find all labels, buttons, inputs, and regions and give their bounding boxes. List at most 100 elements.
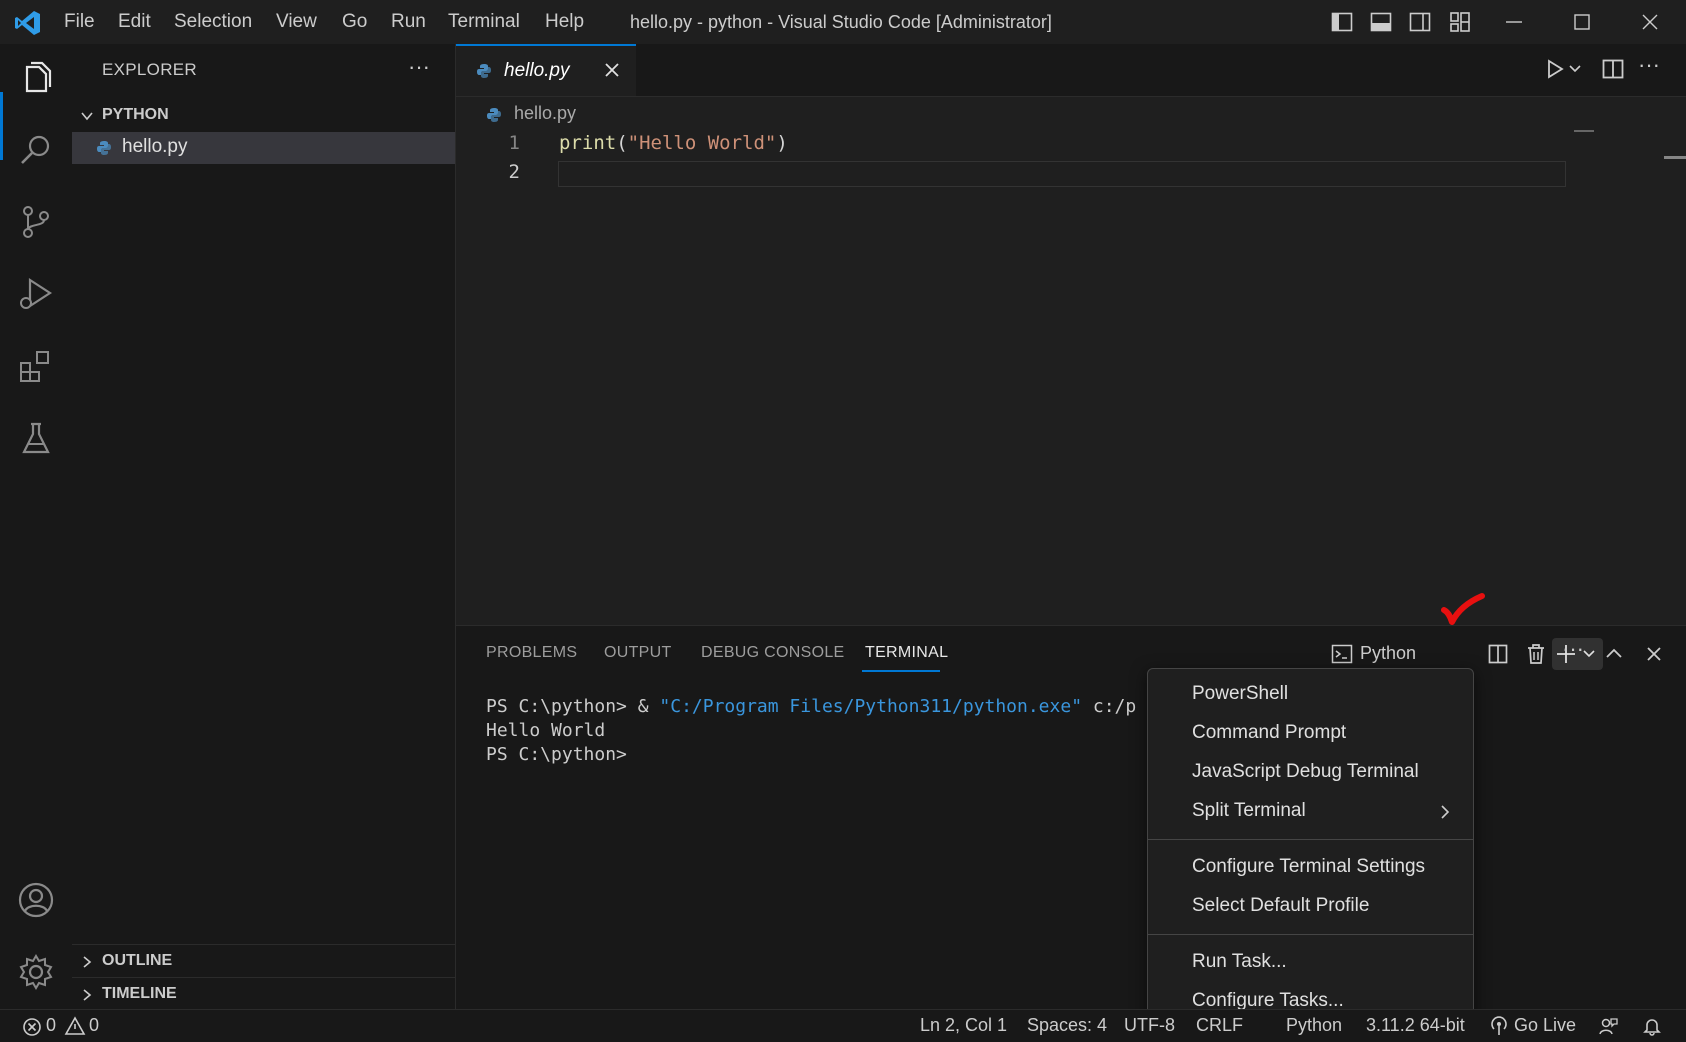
menu-item-command-prompt[interactable]: Command Prompt (1192, 722, 1346, 744)
terminal-output-line[interactable]: Hello World (486, 720, 605, 741)
error-count[interactable]: 0 (46, 1015, 56, 1036)
menu-item-select-default-profile[interactable]: Select Default Profile (1192, 895, 1369, 917)
explorer-icon[interactable] (16, 58, 56, 98)
tab-hello-py[interactable]: hello.py (456, 44, 636, 96)
warning-count[interactable]: 0 (89, 1015, 99, 1036)
folder-name: PYTHON (102, 106, 169, 123)
section-divider (72, 977, 455, 978)
indentation[interactable]: Spaces: 4 (1027, 1015, 1107, 1036)
menu-item-run-task[interactable]: Run Task... (1192, 951, 1287, 973)
customize-layout-icon[interactable] (1448, 10, 1472, 34)
go-live-button[interactable]: Go Live (1514, 1015, 1576, 1036)
code-text: print("Hello World") (559, 132, 788, 154)
manage-gear-icon[interactable] (16, 952, 56, 992)
menu-selection[interactable]: Selection (174, 0, 252, 44)
python-file-icon (476, 63, 492, 79)
maximize-panel-chevron-up-icon[interactable] (1602, 642, 1626, 666)
outline-section-header[interactable]: OUTLINE (72, 946, 455, 976)
menu-item-configure-terminal-settings[interactable]: Configure Terminal Settings (1192, 856, 1425, 878)
notifications-bell-icon[interactable] (1642, 1016, 1662, 1036)
close-panel-icon[interactable] (1642, 642, 1666, 666)
terminal-launch-menu: PowerShell Command Prompt JavaScript Deb… (1147, 668, 1474, 1025)
terminal-panel: PROBLEMS OUTPUT DEBUG CONSOLE TERMINAL P… (456, 625, 1686, 1010)
toggle-primary-sidebar-icon[interactable] (1330, 10, 1354, 34)
close-tab-icon[interactable] (602, 60, 622, 80)
menu-file[interactable]: File (64, 0, 95, 44)
split-editor-icon[interactable] (1600, 56, 1626, 82)
red-checkmark-annotation (1440, 592, 1486, 628)
source-control-icon[interactable] (16, 202, 56, 242)
split-terminal-icon[interactable] (1486, 642, 1510, 666)
file-name: hello.py (122, 136, 188, 157)
breadcrumb-file[interactable]: hello.py (514, 103, 576, 124)
line-number: 2 (508, 161, 520, 183)
menu-edit[interactable]: Edit (118, 0, 151, 44)
outline-label: OUTLINE (102, 952, 173, 969)
menu-help[interactable]: Help (545, 0, 584, 44)
code-line[interactable]: 2 (456, 161, 1566, 190)
cursor-position[interactable]: Ln 2, Col 1 (920, 1015, 1007, 1036)
menu-separator (1148, 934, 1473, 935)
breadcrumb: hello.py (456, 97, 1686, 131)
end-of-line[interactable]: CRLF (1196, 1015, 1243, 1036)
menu-item-javascript-debug-terminal[interactable]: JavaScript Debug Terminal (1192, 761, 1419, 783)
encoding[interactable]: UTF-8 (1124, 1015, 1175, 1036)
code-line[interactable]: 1 print("Hello World") (456, 132, 1566, 161)
python-file-icon (96, 140, 112, 156)
menu-run[interactable]: Run (391, 0, 426, 44)
folder-header-python[interactable]: PYTHON (72, 100, 455, 130)
more-actions-icon[interactable]: ··· (1562, 636, 1584, 662)
search-icon[interactable] (16, 130, 56, 170)
chevron-down-icon (80, 109, 94, 123)
close-window-icon[interactable] (1638, 10, 1662, 34)
tab-label: hello.py (504, 60, 570, 81)
terminal-output-line[interactable]: PS C:\python> & "C:/Program Files/Python… (486, 696, 1136, 717)
launch-profile-chevron-down-icon[interactable] (1582, 647, 1596, 661)
kill-terminal-trash-icon[interactable] (1524, 642, 1548, 666)
feedback-icon[interactable] (1598, 1016, 1618, 1036)
more-actions-icon[interactable]: ··· (408, 54, 430, 80)
error-icon[interactable] (22, 1017, 42, 1037)
minimize-window-icon[interactable] (1502, 10, 1526, 34)
menu-item-powershell[interactable]: PowerShell (1192, 683, 1288, 705)
tab-debug-console[interactable]: DEBUG CONSOLE (701, 644, 845, 662)
terminal-icon (1330, 642, 1354, 666)
extensions-icon[interactable] (16, 346, 56, 386)
python-interpreter[interactable]: 3.11.2 64-bit (1366, 1015, 1465, 1036)
tab-terminal[interactable]: TERMINAL (865, 644, 948, 662)
vscode-logo-icon (14, 9, 42, 37)
menu-terminal[interactable]: Terminal (448, 0, 520, 44)
broadcast-icon (1489, 1016, 1509, 1036)
toggle-panel-icon[interactable] (1369, 10, 1393, 34)
timeline-section-header[interactable]: TIMELINE (72, 979, 455, 1009)
more-actions-icon[interactable]: ··· (1638, 52, 1660, 78)
scrollbar-cursor-marker (1664, 156, 1686, 159)
minimap[interactable] (1574, 130, 1594, 132)
window-title: hello.py - python - Visual Studio Code [… (630, 12, 1052, 32)
file-item-hello-py[interactable]: hello.py (72, 132, 455, 164)
warning-icon[interactable] (64, 1016, 86, 1036)
line-number: 1 (508, 132, 520, 154)
tab-problems[interactable]: PROBLEMS (486, 644, 577, 662)
run-python-file-icon[interactable] (1542, 56, 1568, 82)
maximize-window-icon[interactable] (1570, 10, 1594, 34)
activity-bar (0, 44, 73, 1009)
run-options-chevron-down-icon[interactable] (1568, 62, 1582, 76)
submenu-chevron-right-icon (1438, 803, 1452, 821)
testing-beaker-icon[interactable] (16, 418, 56, 458)
terminal-profile-label: Python (1360, 643, 1417, 663)
section-divider (72, 944, 455, 945)
menu-view[interactable]: View (276, 0, 317, 44)
terminal-output-line[interactable]: PS C:\python> (486, 744, 627, 765)
toggle-secondary-sidebar-icon[interactable] (1408, 10, 1432, 34)
run-and-debug-icon[interactable] (16, 274, 56, 314)
explorer-title: EXPLORER (102, 60, 197, 79)
tab-output[interactable]: OUTPUT (604, 644, 672, 662)
active-view-indicator (0, 92, 3, 160)
language-mode[interactable]: Python (1286, 1015, 1342, 1036)
accounts-icon[interactable] (16, 880, 56, 920)
active-tab-indicator (862, 670, 940, 672)
menu-item-split-terminal[interactable]: Split Terminal (1192, 800, 1306, 822)
menu-go[interactable]: Go (342, 0, 367, 44)
timeline-label: TIMELINE (102, 985, 177, 1002)
